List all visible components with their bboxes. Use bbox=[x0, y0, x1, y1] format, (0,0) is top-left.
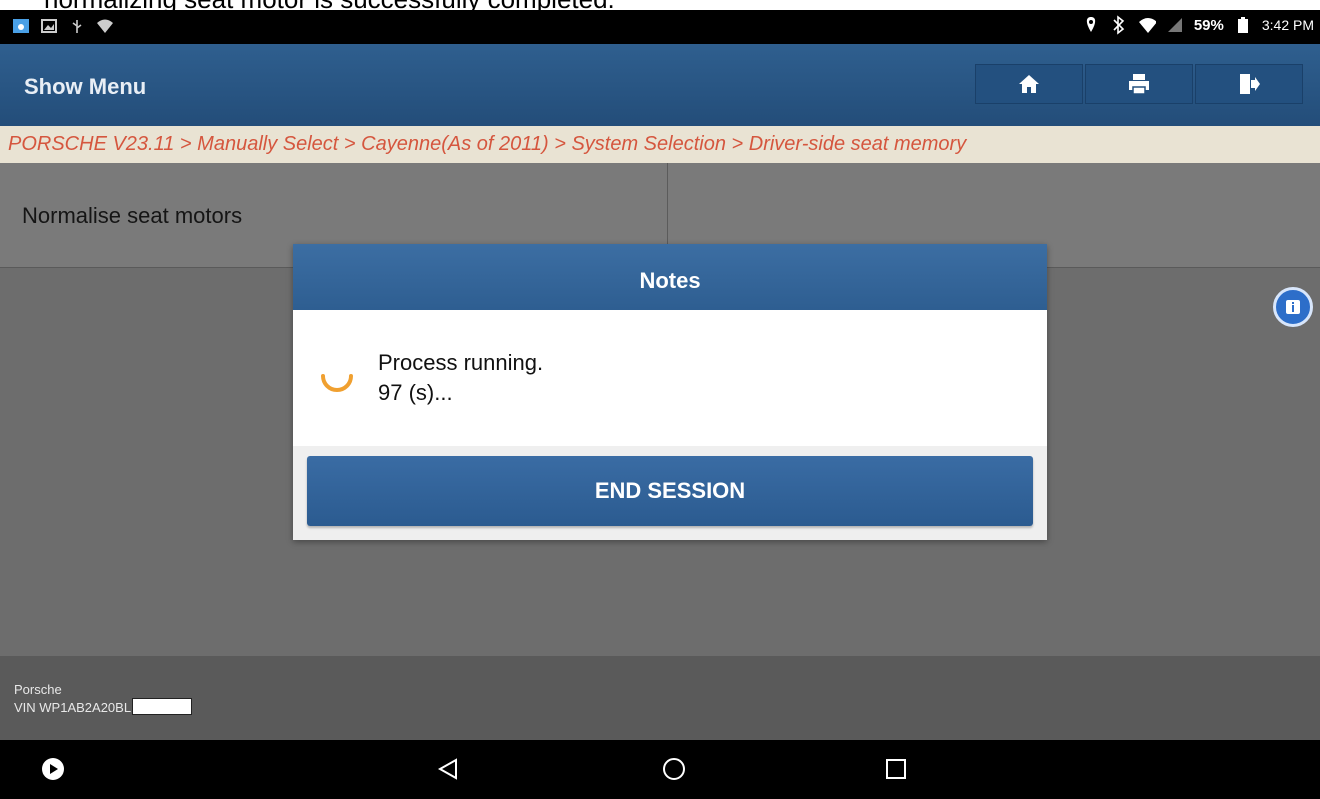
app-notification-icon bbox=[12, 17, 30, 35]
location-icon bbox=[1082, 16, 1100, 34]
vin-redaction bbox=[132, 698, 193, 715]
vehicle-vin: VIN WP1AB2A20BL bbox=[14, 698, 193, 715]
loading-spinner-icon bbox=[319, 362, 355, 403]
recents-icon bbox=[886, 759, 906, 779]
app-header: Show Menu bbox=[0, 44, 1320, 126]
cellular-signal-icon bbox=[1166, 16, 1184, 34]
back-icon bbox=[437, 758, 457, 780]
home-button[interactable] bbox=[975, 64, 1083, 104]
play-circle-icon bbox=[42, 758, 64, 780]
home-circle-icon bbox=[663, 758, 685, 780]
exit-button[interactable] bbox=[1195, 64, 1303, 104]
battery-percent: 59% bbox=[1193, 16, 1224, 34]
print-icon bbox=[1129, 74, 1149, 95]
vin-text: VIN WP1AB2A20BL bbox=[14, 700, 132, 715]
print-button[interactable] bbox=[1085, 64, 1193, 104]
vehicle-brand: Porsche bbox=[14, 682, 62, 697]
usb-icon bbox=[68, 17, 86, 35]
gallery-icon bbox=[40, 17, 58, 35]
dialog-body: Process running. 97 (s)... bbox=[293, 310, 1047, 446]
exit-icon bbox=[1240, 74, 1260, 94]
back-button[interactable] bbox=[433, 754, 463, 784]
dialog-countdown: 97 (s)... bbox=[378, 380, 453, 405]
floating-info-button[interactable] bbox=[1273, 287, 1313, 327]
wifi-icon bbox=[96, 17, 114, 35]
dialog-title: Notes bbox=[293, 244, 1047, 310]
show-menu-button[interactable]: Show Menu bbox=[24, 74, 146, 100]
clock: 3:42 PM bbox=[1261, 17, 1314, 33]
vehicle-info-footer: Porsche VIN WP1AB2A20BL bbox=[0, 656, 1320, 740]
caption-strip: normalizing seat motor is successfully c… bbox=[0, 0, 1320, 10]
app-shortcut-button[interactable] bbox=[38, 754, 68, 784]
bluetooth-icon bbox=[1110, 15, 1128, 35]
wifi-signal-icon bbox=[1138, 16, 1156, 34]
breadcrumb: PORSCHE V23.11 > Manually Select > Cayen… bbox=[0, 126, 1320, 163]
recents-button[interactable] bbox=[881, 754, 911, 784]
android-status-bar: 59% 3:42 PM bbox=[0, 10, 1320, 44]
home-nav-button[interactable] bbox=[659, 754, 689, 784]
dialog-message: Process running. bbox=[378, 350, 544, 375]
android-nav-bar bbox=[0, 740, 1320, 799]
battery-icon bbox=[1234, 16, 1252, 34]
end-session-button[interactable]: END SESSION bbox=[307, 456, 1033, 526]
info-icon bbox=[1286, 300, 1300, 314]
notes-dialog: Notes Process running. 97 (s)... END SES… bbox=[293, 244, 1047, 540]
home-icon bbox=[1019, 75, 1039, 93]
function-label: Normalise seat motors bbox=[22, 203, 243, 228]
caption-text: normalizing seat motor is successfully c… bbox=[44, 0, 615, 10]
